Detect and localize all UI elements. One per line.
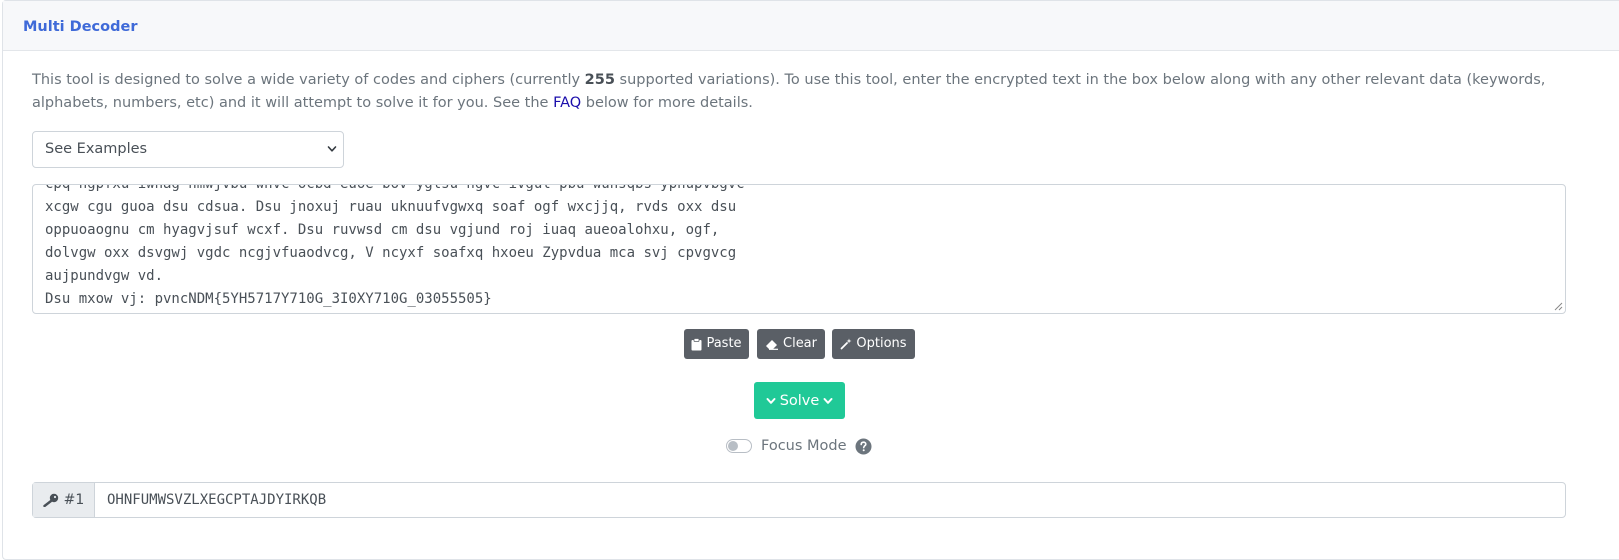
intro-part-3: below for more details. — [581, 95, 753, 111]
ciphertext-line: Dsu mxow vj: pvncNDM{5YH5717Y710G_3I0XY7… — [45, 291, 492, 307]
key-input-label: #1 — [63, 492, 85, 508]
resize-handle-icon[interactable] — [1553, 301, 1563, 311]
chevron-down-icon — [823, 397, 833, 404]
focus-mode-toggle[interactable] — [726, 439, 752, 453]
intro-text: This tool is designed to solve a wide va… — [32, 69, 1592, 115]
examples-select-value: See Examples — [45, 141, 148, 157]
paste-label: Paste — [706, 336, 742, 351]
examples-select[interactable]: See Examples — [32, 131, 344, 168]
page-title: Multi Decoder — [23, 19, 138, 35]
clear-button[interactable]: Clear — [757, 329, 825, 359]
key-input-field[interactable]: OHNFUMWSVZLXEGCPTAJDYIRKQB — [95, 483, 326, 517]
question-circle-icon[interactable] — [855, 438, 872, 455]
ciphertext-lines: cpq ngpfxu iwnag nmwjvbu whvc ocbd euoe … — [45, 184, 745, 311]
ciphertext-line: cpq ngpfxu iwnag nmwjvbu whvc ocbd euoe … — [45, 184, 745, 192]
ciphertext-line: dolvgw oxx dsvgwj vgdc ncgjvfuaodvcg, V … — [45, 245, 737, 261]
magic-wand-icon — [841, 338, 852, 350]
ciphertext-input[interactable]: cpq ngpfxu iwnag nmwjvbu whvc ocbd euoe … — [32, 184, 1566, 314]
key-input-addon: #1 — [33, 483, 95, 517]
key-icon — [42, 493, 58, 507]
intro-part-1: This tool is designed to solve a wide va… — [32, 72, 585, 88]
faq-link[interactable]: FAQ — [553, 95, 581, 111]
options-button[interactable]: Options — [832, 329, 915, 359]
solve-button[interactable]: Solve — [754, 382, 845, 419]
clipboard-icon — [691, 337, 702, 350]
toggle-knob — [728, 441, 738, 451]
options-label: Options — [856, 336, 907, 351]
chevron-down-icon — [327, 146, 337, 152]
chevron-down-icon — [766, 397, 776, 404]
ciphertext-line: xcgw cgu guoa dsu cdsua. Dsu jnoxuj ruau… — [45, 199, 737, 215]
focus-mode-label: Focus Mode — [761, 438, 847, 454]
variation-count: 255 — [584, 72, 615, 88]
solve-label: Solve — [779, 392, 820, 409]
clear-label: Clear — [783, 336, 817, 351]
eraser-icon — [766, 340, 778, 350]
paste-button[interactable]: Paste — [684, 329, 749, 359]
ciphertext-line: oppuoaognu cm hyagvjsuf wcxf. Dsu ruvwsd… — [45, 222, 720, 238]
ciphertext-line: aujpundvgw vd. — [45, 268, 164, 284]
key-input-group: #1 OHNFUMWSVZLXEGCPTAJDYIRKQB — [32, 482, 1566, 518]
focus-mode-row: Focus Mode — [726, 435, 872, 457]
card-header: Multi Decoder — [3, 1, 1619, 51]
